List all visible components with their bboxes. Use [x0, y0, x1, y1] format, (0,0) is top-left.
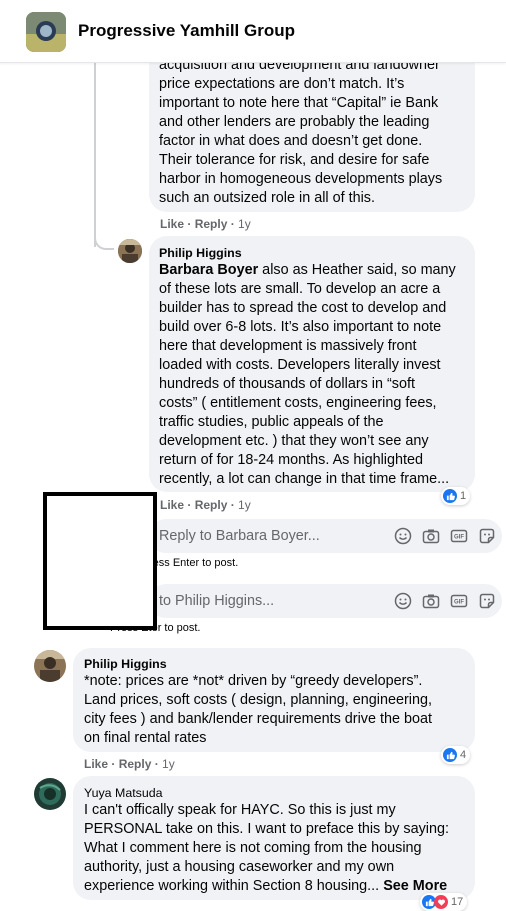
comment-line: city fees ) and bank/lender requirements…: [84, 711, 432, 727]
comment-line: Their tolerance for risk, and desire for…: [159, 152, 430, 168]
group-title[interactable]: Progressive Yamhill Group: [78, 21, 295, 41]
comment-line: Land prices, soft costs ( design, planni…: [84, 692, 432, 708]
comment-line: costs” ( entitlement costs, engineering …: [159, 395, 437, 411]
comment-line: authority, just a housing caseworker and…: [84, 859, 395, 875]
group-avatar[interactable]: [26, 12, 66, 52]
reply-input[interactable]: to Philip Higgins... GIF: [149, 584, 502, 618]
sticker-icon[interactable]: [478, 527, 496, 545]
svg-text:GIF: GIF: [454, 535, 464, 541]
comment-line: return of for 18-24 months. As highlight…: [159, 452, 423, 468]
comment-line: and other lenders are probably the leadi…: [159, 114, 430, 130]
sticker-icon[interactable]: [478, 592, 496, 610]
comment-line-text: experience working within Section 8 hous…: [84, 878, 380, 894]
comment-author[interactable]: Philip Higgins: [84, 656, 167, 672]
comment-author[interactable]: Philip Higgins: [159, 245, 242, 261]
comment-text: *note: prices are *not* driven by “greed…: [84, 672, 432, 748]
comment-actions: Like · Reply · 1y: [84, 757, 175, 771]
thread-connector: [94, 230, 114, 250]
comment-bubble: Yuya Matsuda I can't offically speak for…: [73, 776, 475, 900]
comment-line: recently, a lot can change in that time …: [159, 471, 450, 487]
reaction-summary[interactable]: 4: [441, 746, 471, 764]
comment-line: builder has to spread the cost to develo…: [159, 300, 447, 316]
reply-link[interactable]: Reply: [195, 498, 228, 512]
comment-line: loaded with costs. Developers literally …: [159, 357, 441, 373]
comment-text: acquisition and development and landowne…: [159, 56, 442, 208]
love-reaction-icon: [434, 895, 448, 909]
comment-line: important to note here that “Capital” ie…: [159, 95, 439, 111]
comment-line: experience working within Section 8 hous…: [84, 877, 449, 896]
reply-input[interactable]: Reply to Barbara Boyer... GIF: [149, 519, 502, 553]
see-more-link[interactable]: See More: [383, 878, 447, 894]
comment-line: *note: prices are *not* driven by “greed…: [84, 673, 423, 689]
thread-line: [94, 62, 96, 247]
reaction-summary[interactable]: 17: [420, 893, 468, 911]
comment-actions: Like · Reply · 1y: [160, 217, 251, 231]
redaction-box: [43, 492, 157, 630]
comment-line: such an outsized role in all of this.: [159, 190, 375, 206]
comment-line: on final rental rates: [84, 730, 207, 746]
comment-line: build over 6-8 lots. It’s also important…: [159, 319, 442, 335]
reaction-count: 17: [451, 896, 464, 908]
mention-link[interactable]: Barbara Boyer: [159, 262, 258, 278]
comment-line: here that development is massively front: [159, 338, 417, 354]
reply-hint: ress Enter to post.: [149, 557, 239, 569]
comment-line: traffic studies, public appeals of the: [159, 414, 384, 430]
reply-link[interactable]: Reply: [119, 757, 152, 771]
comment-line: of these lots are small. To develop an a…: [159, 281, 441, 297]
comment-author[interactable]: Yuya Matsuda: [84, 785, 163, 801]
avatar[interactable]: [34, 778, 66, 810]
comment-line: PERSONAL take on this. I want to preface…: [84, 821, 450, 837]
comment-line: I can't offically speak for HAYC. So thi…: [84, 802, 396, 818]
like-link[interactable]: Like: [160, 217, 184, 231]
gif-icon[interactable]: GIF: [450, 592, 468, 610]
comment-bubble: Philip Higgins Barbara Boyer also as Hea…: [149, 236, 475, 492]
comment-time[interactable]: 1y: [238, 217, 251, 231]
avatar[interactable]: [118, 239, 142, 263]
comment-line: What I comment here is not coming from t…: [84, 840, 422, 856]
reply-placeholder: Reply to Barbara Boyer...: [159, 528, 320, 544]
camera-icon[interactable]: [422, 527, 440, 545]
like-link[interactable]: Like: [160, 498, 184, 512]
comment-time[interactable]: 1y: [162, 757, 175, 771]
like-reaction-icon: [443, 748, 457, 762]
comment-line: factor in what does and doesn’t get done…: [159, 133, 423, 149]
comment-time[interactable]: 1y: [238, 498, 251, 512]
comment-text: I can't offically speak for HAYC. So thi…: [84, 801, 449, 896]
comment-line: price expectations are don’t match. It’s: [159, 76, 405, 92]
reply-link[interactable]: Reply: [195, 217, 228, 231]
comment-line: Barbara Boyer also as Heather said, so m…: [159, 261, 456, 280]
group-header: Progressive Yamhill Group: [0, 0, 506, 63]
like-link[interactable]: Like: [84, 757, 108, 771]
like-reaction-icon: [443, 489, 457, 503]
comment-line: harbor in homogeneous developments plays: [159, 171, 443, 187]
comment-actions: Like · Reply · 1y: [160, 498, 251, 512]
camera-icon[interactable]: [422, 592, 440, 610]
emoji-icon[interactable]: [394, 527, 412, 545]
reaction-count: 1: [460, 490, 467, 502]
emoji-icon[interactable]: [394, 592, 412, 610]
comment-bubble: Philip Higgins *note: prices are *not* d…: [73, 648, 475, 752]
avatar[interactable]: [34, 650, 66, 682]
gif-icon[interactable]: GIF: [450, 527, 468, 545]
comment-line-rest: also as Heather said, so many: [258, 262, 456, 278]
reaction-summary[interactable]: 1: [441, 487, 471, 505]
reaction-count: 4: [460, 749, 467, 761]
comment-bubble: acquisition and development and landowne…: [149, 40, 475, 212]
comment-text: Barbara Boyer also as Heather said, so m…: [159, 261, 456, 489]
comment-line: development etc. ) that they won’t see a…: [159, 433, 429, 449]
svg-text:GIF: GIF: [454, 600, 464, 606]
reply-tools: GIF: [394, 592, 496, 610]
comment-line: hundreds of thousands of dollars in “sof…: [159, 376, 415, 392]
reply-tools: GIF: [394, 527, 496, 545]
reply-placeholder: to Philip Higgins...: [159, 593, 275, 609]
